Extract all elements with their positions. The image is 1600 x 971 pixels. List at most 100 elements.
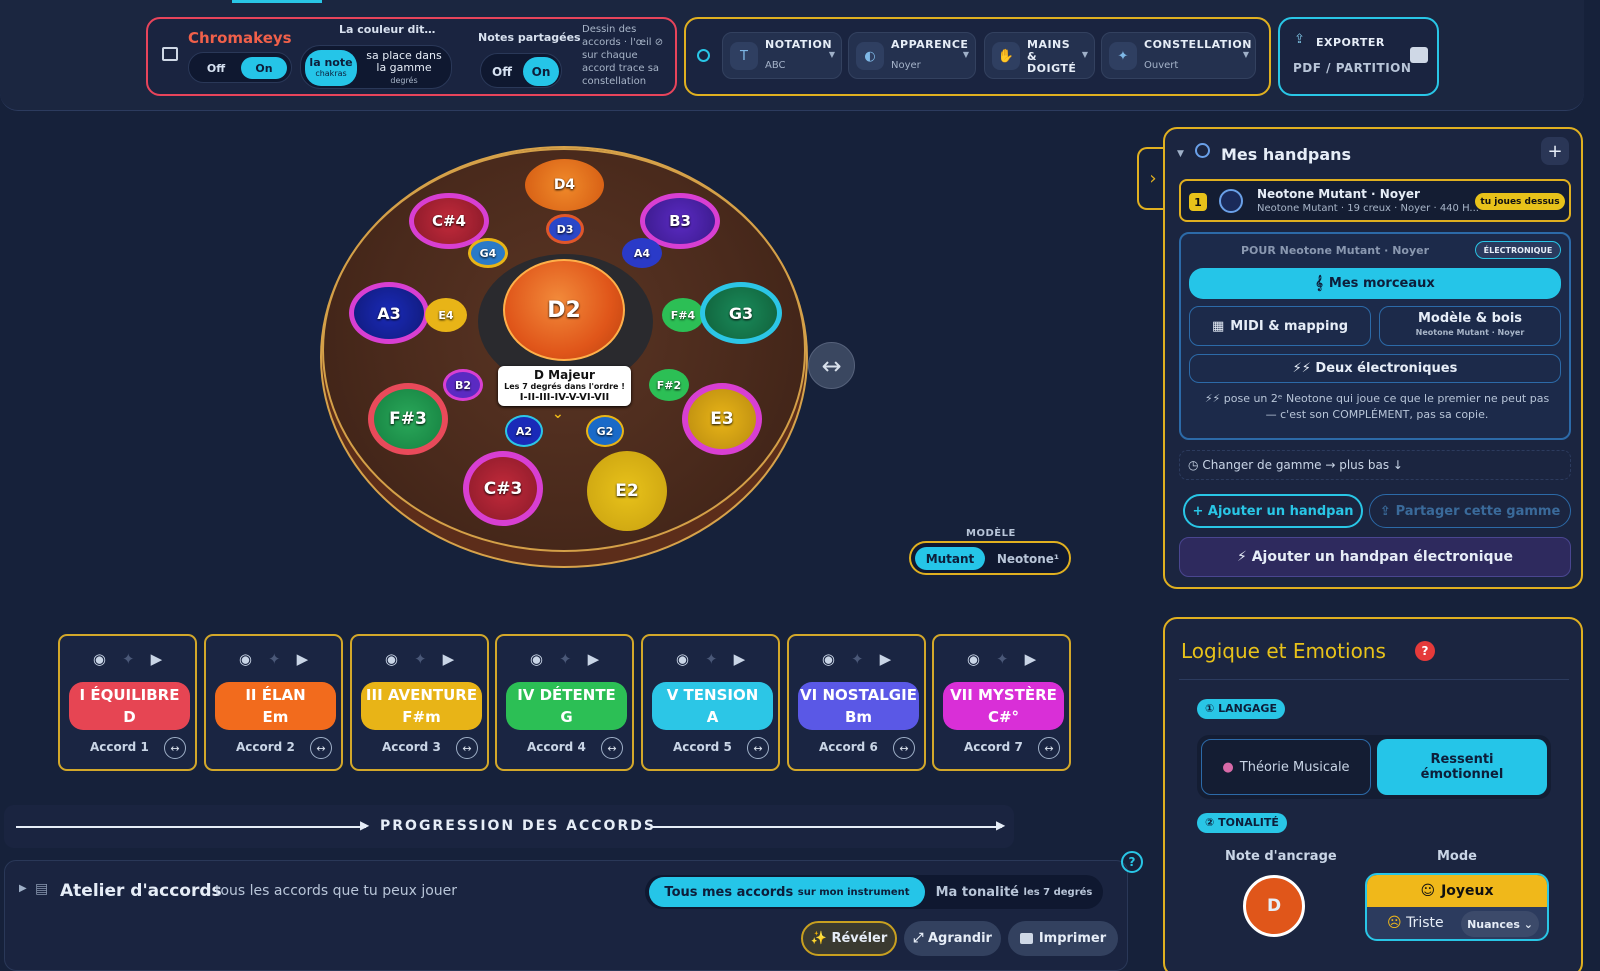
help-icon[interactable]: ? [1415, 641, 1435, 661]
eye-icon[interactable]: ◉ [239, 650, 252, 668]
chord-button[interactable]: V TENSION A [652, 682, 773, 730]
chord-button[interactable]: VI NOSTALGIE Bm [798, 682, 919, 730]
tab-ma-tonalite[interactable]: Ma tonalité les 7 degrés [929, 877, 1099, 907]
expand-chevron-icon[interactable]: ▶ [19, 883, 27, 894]
tab-tous-mes-accords[interactable]: Tous mes accords sur mon instrument [649, 877, 925, 907]
play-icon[interactable]: ▶ [443, 650, 455, 668]
chord-card[interactable]: ◉ ✦ ▶ V TENSION A Accord 5 ↔ [641, 634, 780, 771]
chord-button[interactable]: III AVENTURE F#m [361, 682, 482, 730]
couleur-note-option[interactable]: la note chakras [305, 50, 357, 86]
note-fs2[interactable]: F#2 [649, 369, 689, 401]
constellation-dropdown[interactable]: ✦ CONSTELLATION Ouvert ▼ [1101, 32, 1256, 79]
swap-icon[interactable]: ↔ [310, 737, 332, 759]
chord-button[interactable]: IV DÉTENTE G [506, 682, 627, 730]
handpan-list-item[interactable]: 1 Neotone Mutant · Noyer Neotone Mutant … [1179, 179, 1571, 222]
note-d3[interactable]: D3 [546, 214, 584, 244]
note-e3[interactable]: E3 [682, 383, 762, 455]
note-d4[interactable]: D4 [525, 159, 604, 211]
eye-icon[interactable]: ◉ [967, 650, 980, 668]
chord-button[interactable]: II ÉLAN Em [215, 682, 336, 730]
chord-card[interactable]: ◉ ✦ ▶ II ÉLAN Em Accord 2 ↔ [204, 634, 343, 771]
ajouter-handpan-button[interactable]: + Ajouter un handpan [1183, 494, 1363, 528]
note-ancrage-circle[interactable]: D [1243, 875, 1305, 937]
mode-joyeux[interactable]: ☺ Joyeux [1367, 875, 1547, 907]
export-group[interactable]: ⇪ EXPORTER PDF / PARTITION [1278, 17, 1439, 96]
theorie-musicale-option[interactable]: ● Théorie Musicale [1201, 739, 1371, 795]
notation-dropdown[interactable]: T NOTATION ABC ▼ [722, 32, 842, 79]
nuances-dropdown[interactable]: Nuances ⌄ [1461, 911, 1539, 937]
eye-icon[interactable]: ◉ [93, 650, 106, 668]
chord-card[interactable]: ◉ ✦ ▶ VI NOSTALGIE Bm Accord 6 ↔ [787, 634, 926, 771]
piano-icon[interactable] [162, 47, 178, 61]
midi-mapping-button[interactable]: ▦ MIDI & mapping [1189, 306, 1371, 346]
mode-triste[interactable]: ☹ Triste [1387, 915, 1444, 931]
eye-icon[interactable]: ◉ [385, 650, 398, 668]
play-icon[interactable]: ▶ [588, 650, 600, 668]
changer-gamme-link[interactable]: ◷ Changer de gamme → plus bas ↓ [1179, 450, 1571, 480]
chord-card[interactable]: ◉ ✦ ▶ I ÉQUILIBRE D Accord 1 ↔ [58, 634, 197, 771]
agrandir-button[interactable]: ⤢ Agrandir [904, 921, 1001, 956]
swap-icon[interactable]: ↔ [164, 737, 186, 759]
swap-arrows-button[interactable]: ↔ [808, 342, 855, 389]
swap-icon[interactable]: ↔ [456, 737, 478, 759]
settings-icon[interactable] [697, 49, 710, 62]
swap-icon[interactable]: ↔ [747, 737, 769, 759]
chord-card[interactable]: ◉ ✦ ▶ III AVENTURE F#m Accord 3 ↔ [350, 634, 489, 771]
apparence-dropdown[interactable]: ◐ APPARENCE Noyer ▼ [848, 32, 976, 79]
couleur-place-option[interactable]: sa place dans la gamme degrés [361, 50, 447, 87]
chord-card[interactable]: ◉ ✦ ▶ IV DÉTENTE G Accord 4 ↔ [495, 634, 634, 771]
note-cs3[interactable]: C#3 [463, 451, 543, 526]
note-fs3[interactable]: F#3 [368, 383, 448, 455]
play-icon[interactable]: ▶ [734, 650, 746, 668]
note-a4[interactable]: A4 [622, 238, 662, 268]
ressenti-emotionnel-option[interactable]: Ressenti émotionnel [1377, 739, 1547, 795]
note-fs4[interactable]: F#4 [662, 298, 704, 332]
eye-icon[interactable]: ◉ [822, 650, 835, 668]
note-d2[interactable]: D2 [503, 259, 625, 361]
note-a3[interactable]: A3 [349, 282, 429, 344]
modele-neotone[interactable]: Neotone¹ [989, 547, 1067, 570]
notes-partagees-toggle[interactable]: Off On [480, 53, 562, 88]
note-a2[interactable]: A2 [505, 415, 543, 447]
couleur-toggle[interactable]: la note chakras sa place dans la gamme d… [300, 45, 452, 89]
eye-icon[interactable]: ◉ [530, 650, 543, 668]
sparkle-icon[interactable]: ✦ [414, 650, 427, 668]
note-e4[interactable]: E4 [425, 298, 467, 332]
play-icon[interactable]: ▶ [151, 650, 163, 668]
chord-card[interactable]: ◉ ✦ ▶ VII MYSTÈRE C#° Accord 7 ↔ [932, 634, 1071, 771]
sparkle-icon[interactable]: ✦ [996, 650, 1009, 668]
chord-button[interactable]: I ÉQUILIBRE D [69, 682, 190, 730]
ajouter-electronique-button[interactable]: ⚡ Ajouter un handpan électronique [1179, 537, 1571, 577]
modele-bois-button[interactable]: Modèle & bois Neotone Mutant · Noyer [1379, 306, 1561, 346]
note-b2[interactable]: B2 [443, 369, 483, 401]
modele-toggle[interactable]: Mutant Neotone¹ [909, 541, 1071, 575]
sparkle-icon[interactable]: ✦ [122, 650, 135, 668]
play-icon[interactable]: ▶ [297, 650, 309, 668]
notes-partagees-off[interactable]: Off [485, 59, 519, 84]
reveler-button[interactable]: ✨ Révéler [801, 921, 897, 956]
chromakeys-toggle[interactable]: Off On [188, 52, 292, 83]
sparkle-icon[interactable]: ✦ [705, 650, 718, 668]
swap-icon[interactable]: ↔ [601, 737, 623, 759]
sparkle-icon[interactable]: ✦ [268, 650, 281, 668]
mes-morceaux-button[interactable]: 𝄞 Mes morceaux [1189, 268, 1561, 299]
chromakeys-on[interactable]: On [241, 57, 287, 79]
note-g2[interactable]: G2 [586, 415, 624, 447]
chromakeys-off[interactable]: Off [193, 57, 239, 79]
eye-icon[interactable]: ◉ [676, 650, 689, 668]
swap-icon[interactable]: ↔ [893, 737, 915, 759]
sparkle-icon[interactable]: ✦ [559, 650, 572, 668]
partager-gamme-button[interactable]: ⇪ Partager cette gamme [1369, 494, 1571, 528]
collapse-icon[interactable]: ▼ [1177, 149, 1184, 159]
modele-mutant[interactable]: Mutant [915, 547, 985, 570]
play-icon[interactable]: ▶ [880, 650, 892, 668]
add-handpan-plus-button[interactable]: + [1541, 137, 1569, 165]
note-g3[interactable]: G3 [700, 282, 782, 344]
chord-button[interactable]: VII MYSTÈRE C#° [943, 682, 1064, 730]
sparkle-icon[interactable]: ✦ [851, 650, 864, 668]
play-icon[interactable]: ▶ [1025, 650, 1037, 668]
mains-dropdown[interactable]: ✋ MAINS & DOIGTÉ ▼ [984, 32, 1095, 79]
note-e2[interactable]: E2 [587, 451, 667, 531]
deux-electroniques-button[interactable]: ⚡⚡ Deux électroniques [1189, 354, 1561, 383]
notes-partagees-on[interactable]: On [523, 57, 559, 86]
